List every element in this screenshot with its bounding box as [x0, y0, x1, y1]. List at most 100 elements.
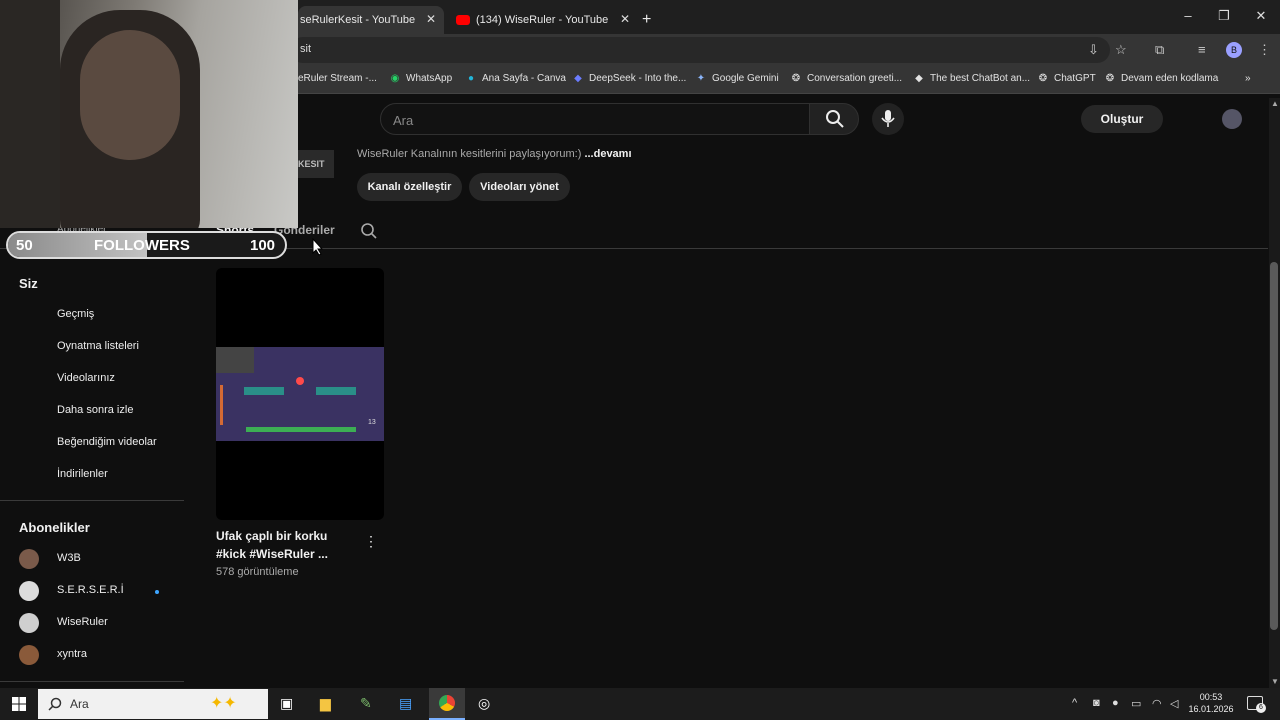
more-link[interactable]: ...devamı — [584, 148, 631, 160]
store-icon[interactable]: ▤ — [399, 695, 412, 712]
scroll-down-icon[interactable]: ▼ — [1271, 677, 1279, 686]
more-bookmarks-icon[interactable]: » — [1245, 73, 1251, 84]
bookmark-item[interactable]: ● Ana Sayfa - Canva — [465, 73, 566, 84]
room-wall — [0, 0, 60, 228]
notification-count: 6 — [1256, 703, 1266, 713]
window-close-icon[interactable]: ✕ — [1251, 8, 1271, 24]
maximize-icon[interactable]: ❐ — [1214, 8, 1234, 24]
followers-current: 50 — [16, 237, 33, 254]
windows-start-icon[interactable] — [12, 697, 26, 711]
bookmark-label: DeepSeek - Into the... — [589, 73, 687, 84]
bookmark-label: Devam eden kodlama — [1121, 73, 1219, 84]
bookmark-item[interactable]: ❂ ChatGPT — [1037, 73, 1096, 84]
video-thumbnail[interactable]: 13 — [216, 268, 384, 520]
search-box[interactable]: Ara — [380, 103, 810, 135]
video-title[interactable]: Ufak çaplı bir korku #kick #WiseRuler ..… — [216, 527, 346, 563]
taskbar-search-placeholder: Ara — [70, 697, 89, 711]
manage-videos-button[interactable]: Videoları yönet — [469, 173, 570, 201]
tray-overflow-icon[interactable]: ^ — [1072, 697, 1077, 709]
notification-icon[interactable]: 6 — [1247, 696, 1266, 713]
person-face — [80, 30, 180, 160]
clock[interactable]: 00:53 16.01.2026 — [1188, 691, 1234, 715]
file-explorer-icon[interactable]: ▆ — [320, 695, 331, 712]
scroll-up-icon[interactable]: ▲ — [1271, 99, 1279, 108]
search-icon — [826, 110, 844, 128]
bookmark-item[interactable]: ◆ The best ChatBot an... — [913, 73, 1030, 84]
followers-goal-bar: 50 FOLLOWERS 100 — [6, 231, 287, 259]
wifi-icon[interactable]: ◠ — [1152, 697, 1162, 710]
youtube-icon — [456, 15, 470, 25]
subscription-serseri[interactable]: S.E.R.S.E.R.İ — [57, 584, 124, 596]
search-input[interactable]: Ara — [393, 113, 413, 128]
tab-active[interactable]: seRulerKesit - YouTube ✕ — [298, 6, 444, 34]
new-tab-button[interactable]: + — [642, 6, 662, 34]
avatar — [19, 645, 39, 665]
subscription-wiseruler[interactable]: WiseRuler — [57, 616, 108, 628]
create-button[interactable]: Oluştur — [1081, 105, 1163, 133]
sidebar-item-watch-later[interactable]: Daha sonra izle — [57, 404, 133, 416]
install-app-icon[interactable]: ⇩ — [1088, 42, 1099, 58]
minimize-icon[interactable]: – — [1178, 8, 1198, 23]
obs-icon[interactable]: ◎ — [478, 695, 490, 712]
bookmark-star-icon[interactable]: ☆ — [1115, 42, 1127, 58]
close-icon[interactable]: ✕ — [620, 12, 630, 26]
bookmark-item[interactable]: ◉ WhatsApp — [389, 73, 453, 84]
customize-channel-button[interactable]: Kanalı özelleştir — [357, 173, 462, 201]
bookmark-label: Ana Sayfa - Canva — [482, 73, 566, 84]
close-icon[interactable]: ✕ — [426, 12, 436, 26]
video-title-line: #kick #WiseRuler ... — [216, 547, 328, 561]
ground — [246, 427, 356, 432]
sidebar-item-your-videos[interactable]: Videolarınız — [57, 372, 115, 384]
taskbar-search[interactable]: Ara ✦✦ — [38, 689, 268, 719]
bookmark-item[interactable]: ❂ Devam eden kodlama — [1104, 73, 1218, 84]
battery-icon[interactable]: ▭ — [1131, 697, 1141, 710]
voice-search-button[interactable] — [872, 103, 904, 135]
channel-avatar-text: KESIT — [298, 150, 334, 178]
notepad-icon[interactable]: ✎ — [360, 695, 372, 712]
avatar — [19, 613, 39, 633]
tab-wiseruler[interactable]: (134) WiseRuler - YouTube ✕ — [448, 6, 638, 34]
clock-time: 00:53 — [1199, 692, 1223, 702]
sidebar-divider — [0, 681, 184, 682]
game-timer: 13 — [368, 419, 376, 426]
chatbot-icon: ◆ — [915, 73, 923, 84]
extensions-icon[interactable]: ⧉ — [1155, 42, 1164, 58]
more-options-icon[interactable]: ⋮ — [364, 533, 378, 550]
bookmark-label: Google Gemini — [712, 73, 779, 84]
sidebar-you-heading[interactable]: Siz — [19, 276, 38, 291]
subscription-xyntra[interactable]: xyntra — [57, 648, 87, 660]
bookmark-item[interactable]: ◆ DeepSeek - Into the... — [572, 73, 686, 84]
microphone-tray-icon[interactable]: ● — [1112, 697, 1119, 709]
subscription-w3b[interactable]: W3B — [57, 552, 81, 564]
account-avatar[interactable] — [1222, 109, 1242, 129]
sidebar-item-downloads[interactable]: İndirilenler — [57, 468, 108, 480]
sidebar-item-history[interactable]: Geçmiş — [57, 308, 94, 320]
sidebar-item-playlists[interactable]: Oynatma listeleri — [57, 340, 139, 352]
clock-date: 16.01.2026 — [1188, 704, 1234, 714]
deepseek-icon: ◆ — [574, 73, 582, 84]
sidebar-subscriptions-heading[interactable]: Abonelikler — [19, 520, 90, 535]
bookmark-item[interactable]: ❂ Conversation greeti... — [790, 73, 902, 84]
followers-goal: 100 — [250, 237, 276, 254]
scrollbar-thumb[interactable] — [1270, 262, 1278, 630]
menu-icon[interactable]: ⋮ — [1258, 42, 1271, 58]
volume-icon[interactable]: ◁ — [1170, 697, 1178, 710]
video-views: 578 görüntüleme — [216, 566, 299, 578]
sidebar-item-liked-videos[interactable]: Beğendiğim videolar — [57, 436, 157, 448]
followers-label: FOLLOWERS — [94, 237, 190, 254]
task-view-icon[interactable]: ▣ — [280, 695, 293, 712]
chrome-taskbar-button[interactable] — [429, 688, 465, 720]
tab-title: (134) WiseRuler - YouTube — [476, 14, 609, 26]
channel-description[interactable]: WiseRuler Kanalının kesitlerini paylaşıy… — [357, 148, 632, 160]
bookmark-item[interactable]: ✦ Google Gemini — [695, 73, 779, 84]
avatar — [19, 581, 39, 601]
bookmark-label: eRuler Stream -... — [298, 73, 377, 84]
media-icon[interactable]: ≡ — [1198, 42, 1206, 57]
search-button[interactable] — [809, 103, 859, 135]
channel-search-icon[interactable] — [360, 222, 378, 240]
sidebar-divider — [0, 500, 184, 501]
address-bar[interactable]: sit — [290, 37, 1110, 63]
bookmark-item[interactable]: eRuler Stream -... — [298, 73, 377, 84]
profile-avatar[interactable]: B — [1226, 42, 1242, 58]
tray-app-icon[interactable]: ◙ — [1093, 697, 1100, 709]
